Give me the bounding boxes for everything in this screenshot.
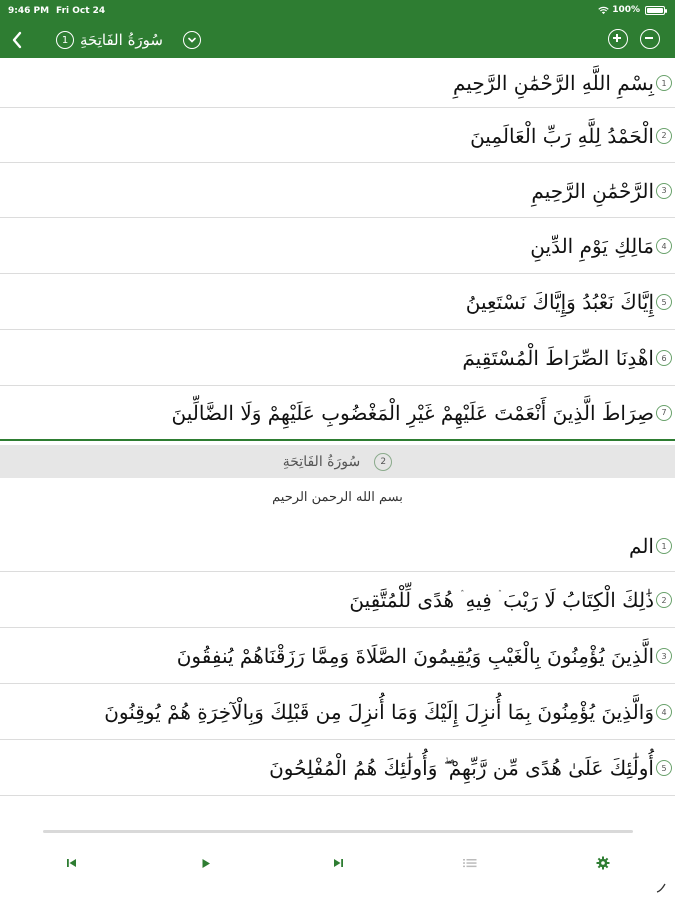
verse-row[interactable]: إِيَّاكَ نَعْبُدُ وَإِيَّاكَ نَسْتَعِينُ… xyxy=(0,274,675,330)
chevron-down-icon[interactable] xyxy=(182,31,201,49)
resize-handle-icon[interactable] xyxy=(655,880,669,894)
verse-row[interactable]: بِسْمِ اللَّهِ الرَّحْمَٰنِ الرَّحِيمِ 1 xyxy=(0,58,675,108)
top-bar: 9:46 PM Fri Oct 24 100% 1 سُورَةُ الفَات… xyxy=(0,0,675,58)
surah-number-badge: 1 xyxy=(56,31,74,49)
verse-row[interactable]: أُولَٰئِكَ عَلَىٰ هُدًى مِّن رَّبِّهِمْ … xyxy=(0,740,675,796)
verse-text: الْحَمْدُ لِلَّهِ رَبِّ الْعَالَمِينَ xyxy=(470,123,654,148)
verse-text: ذَٰلِكَ الْكِتَابُ لَا رَيْبَ ۛ فِيهِ ۛ … xyxy=(349,588,654,612)
basmala: بسم الله الرحمن الرحيم xyxy=(272,490,403,505)
row-divider xyxy=(0,795,675,796)
surah-title-selector[interactable]: 1 سُورَةُ الفَاتِحَةِ xyxy=(56,28,201,52)
battery-percent: 100% xyxy=(612,5,640,15)
skip-previous-button[interactable] xyxy=(62,854,82,872)
wifi-icon xyxy=(598,6,609,14)
back-button[interactable] xyxy=(4,26,30,54)
verse-number-badge: 1 xyxy=(656,75,672,91)
status-date: Fri Oct 24 xyxy=(56,6,106,16)
play-button[interactable] xyxy=(196,854,216,872)
verse-row[interactable]: الم 1 xyxy=(0,520,675,572)
verse-number-badge: 7 xyxy=(656,404,672,421)
play-icon xyxy=(202,858,210,868)
verse-row[interactable]: الَّذِينَ يُؤْمِنُونَ بِالْغَيْبِ وَيُقِ… xyxy=(0,628,675,684)
verse-text: بِسْمِ اللَّهِ الرَّحْمَٰنِ الرَّحِيمِ xyxy=(452,71,654,95)
verse-number-badge: 2 xyxy=(656,127,672,144)
verse-number-badge: 4 xyxy=(656,704,672,720)
status-time: 9:46 PM xyxy=(8,6,50,16)
verse-row[interactable]: وَالَّذِينَ يُؤْمِنُونَ بِمَا أُنزِلَ إِ… xyxy=(0,684,675,740)
verse-text: صِرَاطَ الَّذِينَ أَنْعَمْتَ عَلَيْهِمْ … xyxy=(171,400,654,425)
surah-header-band: سُورَةُ الفَاتِحَةِ 2 xyxy=(0,445,675,478)
verse-text: إِيَّاكَ نَعْبُدُ وَإِيَّاكَ نَسْتَعِينُ xyxy=(465,290,654,314)
surah-header-number: 2 xyxy=(374,452,393,471)
skip-next-button[interactable] xyxy=(328,854,348,872)
verse-text: اهْدِنَا الصِّرَاطَ الْمُسْتَقِيمَ xyxy=(462,346,654,370)
verse-text: وَالَّذِينَ يُؤْمِنُونَ بِمَا أُنزِلَ إِ… xyxy=(104,700,654,724)
verse-text: الم xyxy=(629,534,654,558)
skip-next-icon xyxy=(334,859,343,867)
verse-row[interactable]: الرَّحْمَٰنِ الرَّحِيمِ 3 xyxy=(0,163,675,218)
verse-text: أُولَٰئِكَ عَلَىٰ هُدًى مِّن رَّبِّهِمْ … xyxy=(269,756,654,780)
list-button[interactable] xyxy=(460,854,480,872)
verse-number-badge: 4 xyxy=(656,238,672,254)
settings-icon xyxy=(596,856,610,870)
verse-row[interactable]: صِرَاطَ الَّذِينَ أَنْعَمْتَ عَلَيْهِمْ … xyxy=(0,386,675,439)
surah-title: سُورَةُ الفَاتِحَةِ xyxy=(80,31,163,49)
verse-row[interactable]: مَالِكِ يَوْمِ الدِّينِ 4 xyxy=(0,218,675,274)
verse-number-badge: 3 xyxy=(656,182,672,199)
verse-row[interactable]: ذَٰلِكَ الْكِتَابُ لَا رَيْبَ ۛ فِيهِ ۛ … xyxy=(0,572,675,628)
verse-row[interactable]: اهْدِنَا الصِّرَاطَ الْمُسْتَقِيمَ 6 xyxy=(0,330,675,386)
verse-text: الَّذِينَ يُؤْمِنُونَ بِالْغَيْبِ وَيُقِ… xyxy=(176,644,654,668)
app-bar: 1 سُورَةُ الفَاتِحَةِ xyxy=(0,22,675,58)
skip-previous-icon xyxy=(67,859,76,867)
battery-fill xyxy=(647,7,663,13)
verse-number-badge: 5 xyxy=(656,760,672,776)
verse-number-badge: 6 xyxy=(656,350,672,366)
progress-track[interactable] xyxy=(43,830,633,833)
surah-divider xyxy=(0,439,675,441)
zoom-in-button[interactable] xyxy=(608,29,628,49)
list-icon xyxy=(463,859,477,868)
battery-icon xyxy=(645,5,667,15)
zoom-out-button[interactable] xyxy=(640,29,660,49)
verse-row[interactable]: الْحَمْدُ لِلَّهِ رَبِّ الْعَالَمِينَ 2 xyxy=(0,108,675,163)
verse-number-badge: 2 xyxy=(656,592,672,608)
verse-text: الرَّحْمَٰنِ الرَّحِيمِ xyxy=(531,178,654,203)
verse-number-badge: 5 xyxy=(656,294,672,310)
surah-header-name: سُورَةُ الفَاتِحَةِ xyxy=(282,453,361,470)
player-bar xyxy=(0,820,675,900)
status-bar: 9:46 PM Fri Oct 24 100% xyxy=(0,0,675,22)
chevron-left-icon xyxy=(12,31,22,49)
status-indicators: 100% xyxy=(598,5,667,15)
verse-number-badge: 1 xyxy=(656,538,672,554)
verse-number-badge: 3 xyxy=(656,648,672,664)
verse-text: مَالِكِ يَوْمِ الدِّينِ xyxy=(530,234,654,258)
settings-button[interactable] xyxy=(593,854,613,872)
